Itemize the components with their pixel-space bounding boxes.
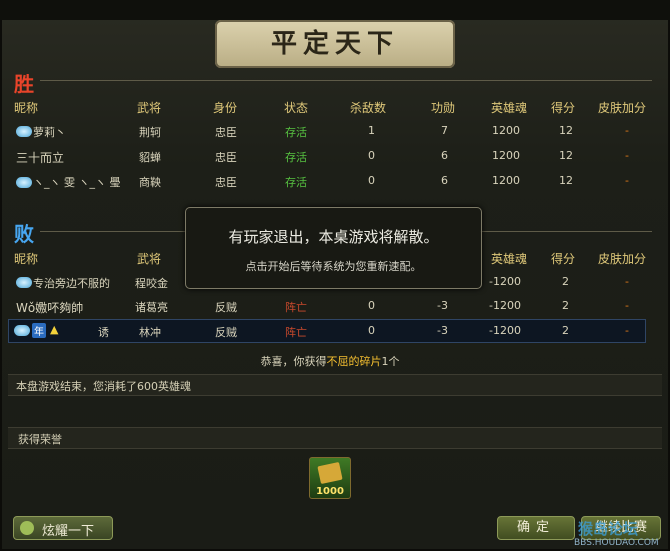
watermark-logo: 猴岛论坛	[578, 520, 639, 538]
player-hero: 荆轲	[139, 126, 161, 139]
header-nickname: 昵称	[14, 252, 39, 266]
fragment-reward-text: 恭喜，你获得不屈的碎片1个	[0, 353, 660, 369]
warning-icon: ▲	[50, 323, 59, 336]
player-score: 2	[562, 324, 569, 337]
player-skin: -	[625, 124, 629, 137]
header-merit: 功勋	[431, 101, 456, 115]
player-kills: 0	[368, 174, 375, 187]
player-role: 忠臣	[215, 176, 237, 189]
vip-icon	[14, 325, 30, 336]
player-hero: 程咬金	[135, 277, 168, 290]
player-soul: -1200	[489, 275, 521, 288]
honor-badge-icon	[317, 461, 343, 485]
disband-dialog: 有玩家退出，本桌游戏将解散。 点击开始后等待系统为您重新速配。	[185, 207, 482, 289]
header-score: 得分	[551, 101, 576, 115]
fragment-prefix: 恭喜，你获得	[260, 355, 327, 368]
fragment-name: 不屈的碎片	[326, 355, 382, 368]
player-hero: 林冲	[139, 326, 161, 339]
divider	[40, 231, 185, 232]
player-name[interactable]: Wǒ嫐吥夠帥	[16, 299, 83, 316]
header-soul: 英雄魂	[491, 101, 528, 115]
player-kills: 1	[368, 124, 375, 137]
win-section-label: 胜	[14, 72, 34, 96]
window-top-bar	[0, 0, 670, 20]
player-status: 存活	[285, 176, 307, 189]
player-score: 12	[559, 174, 573, 187]
vip-icon	[16, 177, 32, 188]
player-score: 12	[559, 124, 573, 137]
header-kills: 杀敌数	[350, 101, 387, 115]
header-nickname: 昵称	[14, 101, 39, 115]
player-hero: 商鞅	[139, 176, 161, 189]
player-name[interactable]: 三十而立	[16, 149, 64, 166]
lose-section-label: 败	[14, 222, 34, 246]
player-soul: 1200	[492, 149, 520, 162]
player-name[interactable]: 萝莉丶	[33, 124, 66, 140]
player-merit: 6	[441, 174, 448, 187]
header-soul: 英雄魂	[491, 252, 528, 266]
player-skin: -	[625, 299, 629, 312]
honor-label: 获得荣誉	[18, 433, 62, 446]
end-message: 本盘游戏结束，您消耗了600英雄魂	[16, 380, 191, 393]
header-status: 状态	[284, 101, 309, 115]
player-role: 忠臣	[215, 126, 237, 139]
fragment-suffix: 1个	[381, 355, 400, 368]
divider	[480, 231, 652, 232]
player-name[interactable]: ヽ_ヽ 雯 ヽ_ヽ 璺	[33, 174, 121, 190]
show-off-label: 炫耀一下	[42, 524, 95, 539]
player-skin: -	[625, 149, 629, 162]
honor-value: 1000	[316, 486, 344, 497]
watermark-url: BBS.HOUDAO.COM	[574, 538, 659, 548]
player-skin: -	[625, 324, 629, 337]
player-hero: 貂蝉	[139, 151, 161, 164]
show-off-button[interactable]: 炫耀一下	[13, 516, 113, 540]
honor-reward-icon[interactable]: 1000	[309, 457, 351, 499]
player-soul: -1200	[489, 324, 521, 337]
page-title: 平定天下	[270, 29, 399, 59]
player-hero: 诸葛亮	[135, 301, 168, 314]
player-name[interactable]: 诱	[98, 324, 109, 340]
player-role: 反贼	[215, 326, 237, 339]
vip-icon	[16, 277, 32, 288]
player-merit: 6	[441, 149, 448, 162]
player-name[interactable]: 专治旁边不服的	[33, 275, 110, 291]
divider	[40, 80, 652, 81]
player-status: 阵亡	[285, 301, 307, 314]
player-score: 2	[562, 299, 569, 312]
player-status: 存活	[285, 126, 307, 139]
header-score: 得分	[551, 252, 576, 266]
player-role: 反贼	[215, 301, 237, 314]
player-skin: -	[625, 174, 629, 187]
player-kills: 0	[368, 299, 375, 312]
player-status: 阵亡	[285, 326, 307, 339]
header-hero: 武将	[137, 101, 162, 115]
year-badge: 年	[32, 323, 46, 338]
end-message-bar: 本盘游戏结束，您消耗了600英雄魂	[8, 374, 662, 396]
header-role: 身份	[213, 101, 238, 115]
player-merit: 7	[441, 124, 448, 137]
player-kills: 0	[368, 149, 375, 162]
player-score: 12	[559, 149, 573, 162]
confirm-button[interactable]: 确定	[497, 516, 575, 540]
player-score: 2	[562, 275, 569, 288]
player-merit: -3	[437, 299, 448, 312]
header-hero: 武将	[137, 252, 162, 266]
player-skin: -	[625, 275, 629, 288]
player-merit: -3	[437, 324, 448, 337]
dialog-message: 有玩家退出，本桌游戏将解散。	[228, 228, 439, 246]
player-role: 忠臣	[215, 151, 237, 164]
share-icon	[20, 521, 34, 535]
header-skin: 皮肤加分	[598, 252, 647, 266]
honor-bar: 获得荣誉	[8, 427, 662, 449]
title-banner: 平定天下	[215, 20, 455, 68]
player-kills: 0	[368, 324, 375, 337]
player-soul: 1200	[492, 174, 520, 187]
player-soul: -1200	[489, 299, 521, 312]
player-status: 存活	[285, 151, 307, 164]
dialog-hint: 点击开始后等待系统为您重新速配。	[245, 260, 422, 273]
player-soul: 1200	[492, 124, 520, 137]
header-skin: 皮肤加分	[598, 101, 647, 115]
vip-icon	[16, 126, 32, 137]
